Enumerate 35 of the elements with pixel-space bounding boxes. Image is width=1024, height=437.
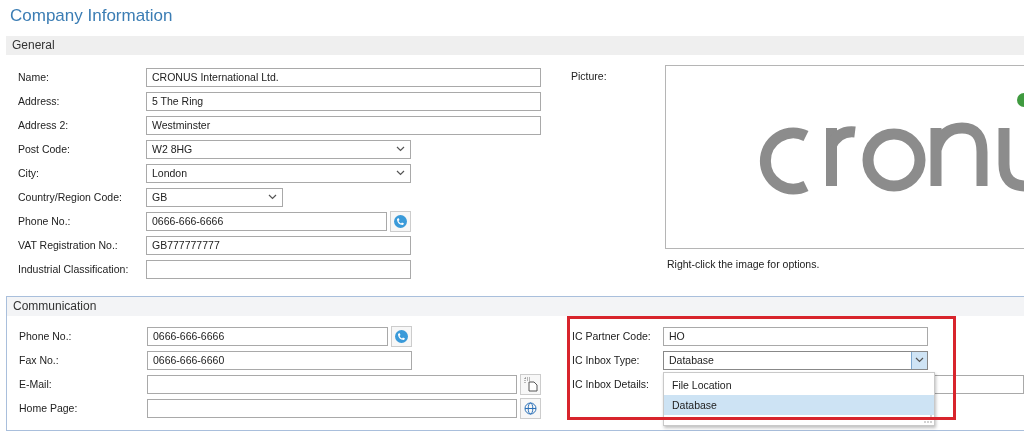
input-field[interactable]: HO [663,326,928,346]
field-label: E-Mail: [19,378,53,390]
field-label: Phone No.: [18,215,72,227]
dropdown-option[interactable]: Database [664,395,934,415]
dropdown-field[interactable]: W2 8HG [146,139,411,159]
input-field[interactable]: CRONUS International Ltd. [146,67,541,87]
field-label: Industrial Classification: [18,263,130,275]
section-header[interactable]: General [6,36,1024,55]
picture-hint: Right-click the image for options. [666,258,821,270]
field-label: Picture: [570,69,608,84]
dropdown-field[interactable]: Database [663,350,928,370]
input-field[interactable]: 0666-666-6660 [147,350,412,370]
field-label: IC Inbox Type: [572,354,641,366]
dropdown-field[interactable]: London [146,163,411,183]
dropdown-option[interactable]: File Location [664,375,934,395]
page-title: Company Information [9,5,174,27]
field-label: Name: [18,71,50,83]
field-label: Post Code: [18,143,71,155]
field-label: Phone No.: [19,330,73,342]
field-label: Address 2: [18,119,70,131]
field-label: IC Partner Code: [572,330,652,342]
dropdown-field[interactable]: GB [146,187,283,207]
input-field[interactable]: 5 The Ring [146,91,541,111]
input-field[interactable]: 0666-666-6666 [146,211,387,231]
section-header[interactable]: Communication [7,297,1024,316]
field-label: Address: [18,95,61,107]
field-label: Home Page: [19,402,79,414]
input-field[interactable]: GB777777777 [146,235,411,255]
field-label: IC Inbox Details: [572,378,651,390]
input-field[interactable]: Westminster [146,115,541,135]
field-label: VAT Registration No.: [18,239,119,251]
field-label: Fax No.: [19,354,60,366]
field-label: Country/Region Code: [18,191,123,203]
field-label: City: [18,167,40,179]
input-field[interactable]: 0666-666-6666 [147,326,388,346]
